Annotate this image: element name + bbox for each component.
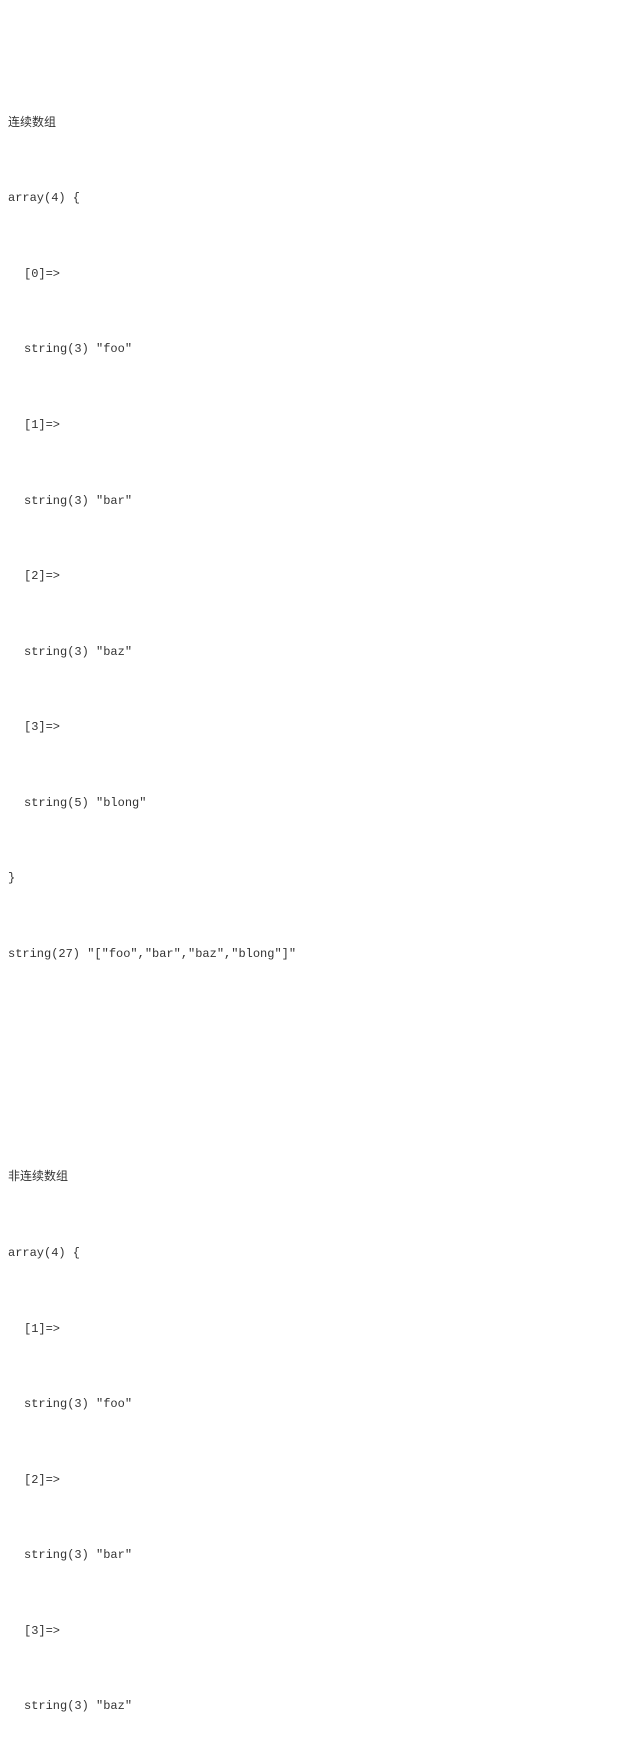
array-value: string(3) "baz"	[8, 640, 628, 665]
result-line: string(27) "["foo","bar","baz","blong"]"	[8, 942, 628, 967]
array-value: string(5) "blong"	[8, 791, 628, 816]
section-title: 非连续数组	[8, 1165, 628, 1190]
spacer	[8, 1043, 628, 1065]
array-key: [2]=>	[8, 564, 628, 589]
array-key: [0]=>	[8, 262, 628, 287]
array-key: [2]=>	[8, 1468, 628, 1493]
array-key: [1]=>	[8, 1317, 628, 1342]
array-value: string(3) "bar"	[8, 1543, 628, 1568]
code-output-container: 连续数组 array(4) { [0]=> string(3) "foo" [1…	[8, 10, 628, 1752]
array-value: string(3) "foo"	[8, 337, 628, 362]
array-value: string(3) "foo"	[8, 1392, 628, 1417]
array-value: string(3) "baz"	[8, 1694, 628, 1719]
array-value: string(3) "bar"	[8, 489, 628, 514]
array-footer: }	[8, 866, 628, 891]
array-header: array(4) {	[8, 1241, 628, 1266]
array-key: [1]=>	[8, 413, 628, 438]
section-title: 连续数组	[8, 111, 628, 136]
array-key: [3]=>	[8, 1619, 628, 1644]
array-key: [3]=>	[8, 715, 628, 740]
array-header: array(4) {	[8, 186, 628, 211]
